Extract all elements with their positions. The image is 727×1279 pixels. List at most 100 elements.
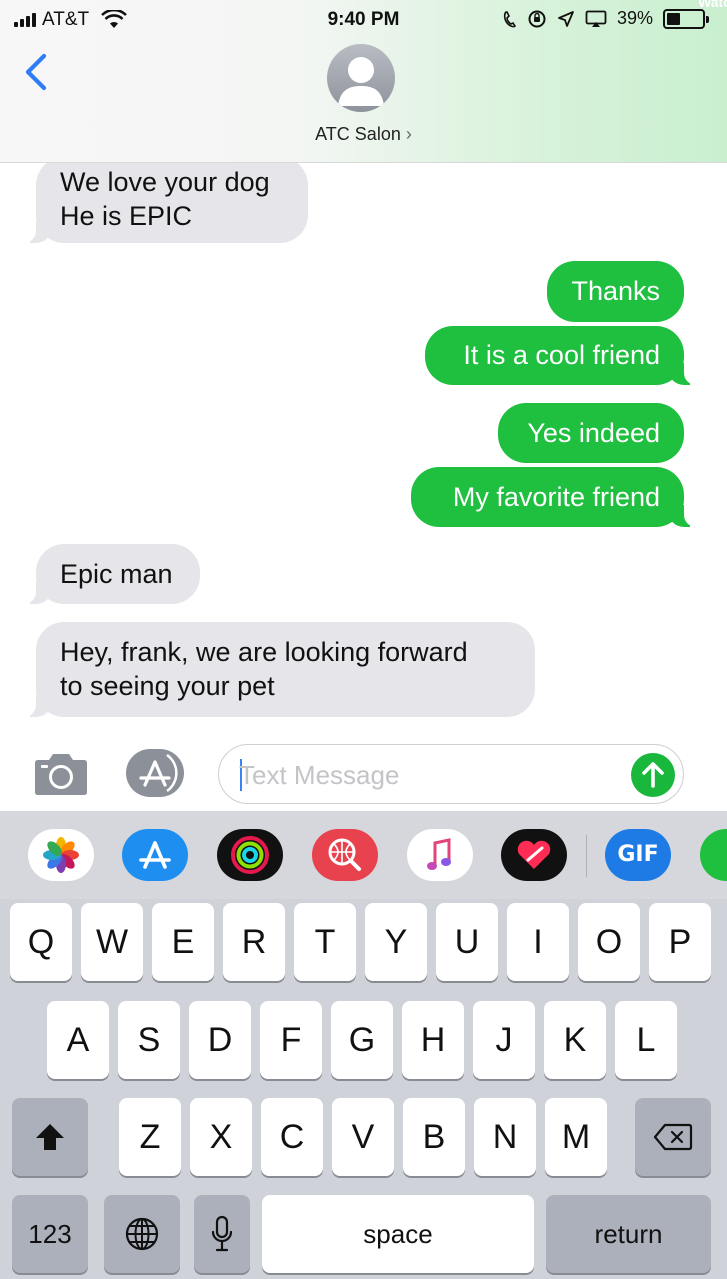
key-k[interactable]: K <box>544 1001 606 1079</box>
key-f[interactable]: F <box>260 1001 322 1079</box>
key-l[interactable]: L <box>615 1001 677 1079</box>
contact-chevron-icon: › <box>405 124 412 144</box>
message-bubble-incoming[interactable]: Hey, frank, we are looking forward to se… <box>22 622 535 717</box>
gif-label: GIF <box>617 842 659 867</box>
contact-avatar[interactable] <box>327 44 395 112</box>
key-s[interactable]: S <box>118 1001 180 1079</box>
send-button[interactable] <box>631 753 675 797</box>
key-u[interactable]: U <box>436 903 498 981</box>
message-bubble-outgoing[interactable]: Yes indeed <box>498 403 684 463</box>
message-text: Yes indeed <box>527 418 660 448</box>
person-silhouette-icon <box>338 57 384 106</box>
key-c[interactable]: C <box>261 1098 323 1176</box>
key-g[interactable]: G <box>331 1001 393 1079</box>
battery-level <box>667 12 681 25</box>
dictation-key[interactable] <box>194 1195 250 1273</box>
photos-flower-icon <box>43 837 79 873</box>
app-store-glyph-icon <box>139 841 171 869</box>
search-images-app-icon[interactable] <box>312 829 378 881</box>
app-store-app-icon[interactable] <box>122 829 188 881</box>
message-text: Epic man <box>60 559 173 589</box>
keyboard: 123 space return QWERTYUIOP ASDFGHJKL ZXCV… <box>0 899 727 1279</box>
back-button[interactable] <box>20 50 56 94</box>
phone-call-icon <box>503 10 516 27</box>
key-n[interactable]: N <box>474 1098 536 1176</box>
drawer-divider <box>586 835 587 877</box>
screen-mirroring-icon <box>585 10 607 27</box>
arrow-up-icon <box>642 762 664 788</box>
contact-name: ATC Salon <box>315 124 401 144</box>
orientation-lock-icon <box>528 10 546 27</box>
message-text: He is EPIC <box>60 201 193 231</box>
key-t[interactable]: T <box>294 903 356 981</box>
key-v[interactable]: V <box>332 1098 394 1176</box>
key-z[interactable]: Z <box>119 1098 181 1176</box>
message-text: We love your dog <box>60 167 270 197</box>
activity-rings-icon <box>231 836 269 874</box>
status-bar: AT&T 9:40 PM 39% Wat <box>0 0 727 40</box>
key-b[interactable]: B <box>403 1098 465 1176</box>
key-q[interactable]: Q <box>10 903 72 981</box>
message-text: Thanks <box>571 276 660 306</box>
delete-key[interactable] <box>635 1098 711 1176</box>
app-store-button[interactable] <box>124 747 186 799</box>
message-text: It is a cool friend <box>463 340 660 370</box>
key-d[interactable]: D <box>189 1001 251 1079</box>
shift-icon <box>36 1124 64 1150</box>
message-thread[interactable]: We love your dog He is EPIC Thanks It is… <box>0 163 727 743</box>
key-p[interactable]: P <box>649 903 711 981</box>
key-o[interactable]: O <box>578 903 640 981</box>
message-text: to seeing your pet <box>60 671 275 701</box>
key-x[interactable]: X <box>190 1098 252 1176</box>
message-bubble-outgoing[interactable]: Thanks <box>547 261 684 322</box>
contact-name-button[interactable]: ATC Salon › <box>0 124 727 145</box>
message-bubble-incoming[interactable]: We love your dog He is EPIC <box>22 163 308 243</box>
message-bubble-incoming[interactable]: Epic man <box>22 544 200 604</box>
gif-app-icon[interactable]: GIF <box>605 829 671 881</box>
app-store-icon <box>126 749 184 797</box>
partial-app-icon[interactable] <box>700 829 727 881</box>
space-key-label: space <box>363 1218 433 1249</box>
message-text: Hey, frank, we are looking forward <box>60 637 468 667</box>
location-arrow-icon <box>558 10 574 27</box>
battery-percent: 39% <box>616 8 653 28</box>
message-bubble-outgoing[interactable]: It is a cool friend <box>425 326 698 385</box>
key-m[interactable]: M <box>545 1098 607 1176</box>
return-key-label: return <box>594 1218 663 1249</box>
key-j[interactable]: J <box>473 1001 535 1079</box>
key-r[interactable]: R <box>223 903 285 981</box>
digital-touch-app-icon[interactable] <box>501 829 567 881</box>
space-key[interactable]: space <box>262 1195 534 1273</box>
key-y[interactable]: Y <box>365 903 427 981</box>
heart-touch-icon <box>517 840 551 869</box>
microphone-icon <box>211 1215 233 1252</box>
message-text: My favorite friend <box>452 482 660 512</box>
conversation-header: AT&T 9:40 PM 39% Wat ATC Salon › <box>0 0 727 163</box>
watermark-text: Watc <box>698 0 727 10</box>
music-note-icon <box>427 838 451 870</box>
shift-key[interactable] <box>12 1098 88 1176</box>
imessage-app-drawer: GIF <box>0 811 727 899</box>
music-app-icon[interactable] <box>407 829 473 881</box>
backspace-icon <box>653 1123 693 1151</box>
key-e[interactable]: E <box>152 903 214 981</box>
camera-button[interactable] <box>32 751 90 797</box>
globe-key[interactable] <box>104 1195 180 1273</box>
message-composer <box>0 743 727 811</box>
status-icons: 39% <box>503 8 709 29</box>
battery-icon <box>663 8 709 29</box>
numbers-key-label: 123 <box>28 1218 72 1249</box>
key-h[interactable]: H <box>402 1001 464 1079</box>
globe-icon <box>125 1217 159 1251</box>
message-bubble-outgoing[interactable]: My favorite friend <box>411 467 698 527</box>
activity-app-icon[interactable] <box>217 829 283 881</box>
photos-app-icon[interactable] <box>28 829 94 881</box>
key-i[interactable]: I <box>507 903 569 981</box>
key-a[interactable]: A <box>47 1001 109 1079</box>
return-key[interactable]: return <box>546 1195 711 1273</box>
message-text-field[interactable] <box>218 744 684 804</box>
numbers-key[interactable]: 123 <box>12 1195 88 1273</box>
message-input[interactable] <box>239 755 619 795</box>
key-w[interactable]: W <box>81 903 143 981</box>
chevron-left-icon <box>25 53 47 91</box>
